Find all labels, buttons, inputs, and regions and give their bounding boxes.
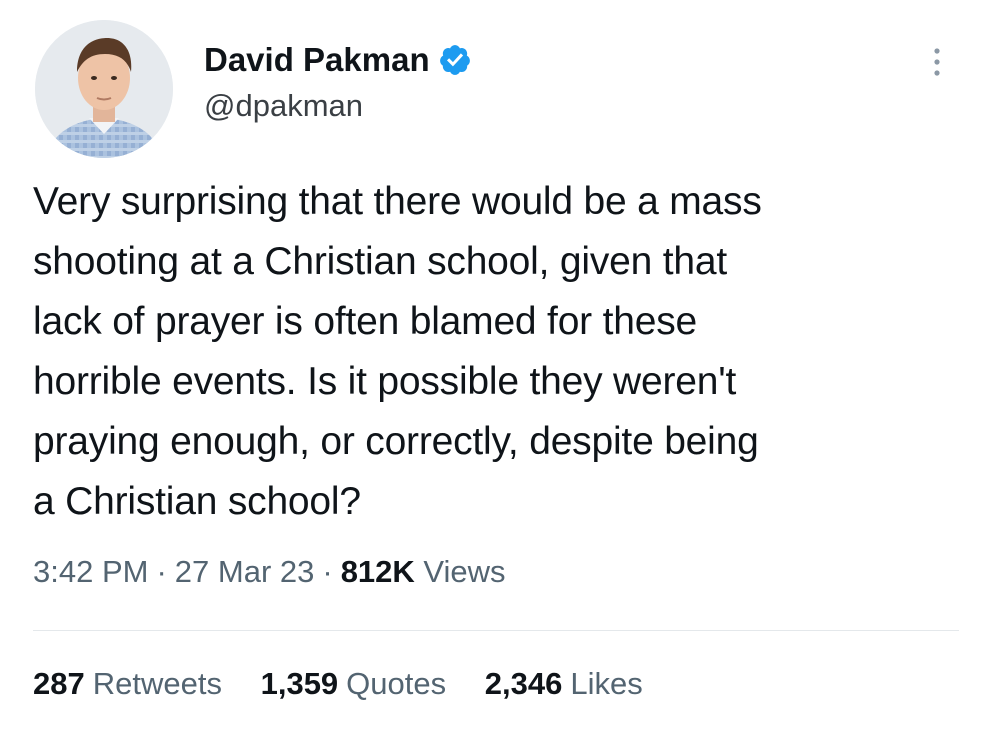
verified-badge-icon (438, 43, 472, 77)
likes-count: 2,346 (484, 666, 563, 701)
retweets-stat[interactable]: 287 Retweets (33, 666, 222, 701)
likes-stat[interactable]: 2,346 Likes (485, 666, 643, 701)
divider (33, 630, 959, 631)
tweet-meta: 3:42 PM · 27 Mar 23 · 812K Views (33, 554, 506, 590)
meta-separator: · (156, 554, 167, 589)
retweets-label: Retweets (92, 666, 222, 701)
retweets-count: 287 (33, 666, 85, 701)
views-label: Views (423, 554, 506, 589)
author-name-row: David Pakman (204, 38, 472, 82)
author-display-name[interactable]: David Pakman (204, 41, 430, 79)
avatar-image (35, 20, 173, 158)
more-options-icon[interactable] (922, 42, 952, 82)
quotes-count: 1,359 (260, 666, 339, 701)
tweet-stats: 287 Retweets 1,359 Quotes 2,346 Likes (33, 666, 673, 702)
author-handle[interactable]: @dpakman (204, 88, 363, 124)
tweet-date[interactable]: 27 Mar 23 (175, 554, 315, 589)
quotes-label: Quotes (346, 666, 447, 701)
quotes-stat[interactable]: 1,359 Quotes (261, 666, 447, 701)
likes-label: Likes (570, 666, 643, 701)
views-count: 812K (340, 554, 415, 589)
tweet-card: David Pakman @dpakman Very surprising th… (0, 0, 989, 733)
avatar[interactable] (35, 20, 173, 158)
meta-separator: · (322, 554, 333, 589)
tweet-time[interactable]: 3:42 PM (33, 554, 148, 589)
tweet-text: Very surprising that there would be a ma… (33, 180, 762, 523)
